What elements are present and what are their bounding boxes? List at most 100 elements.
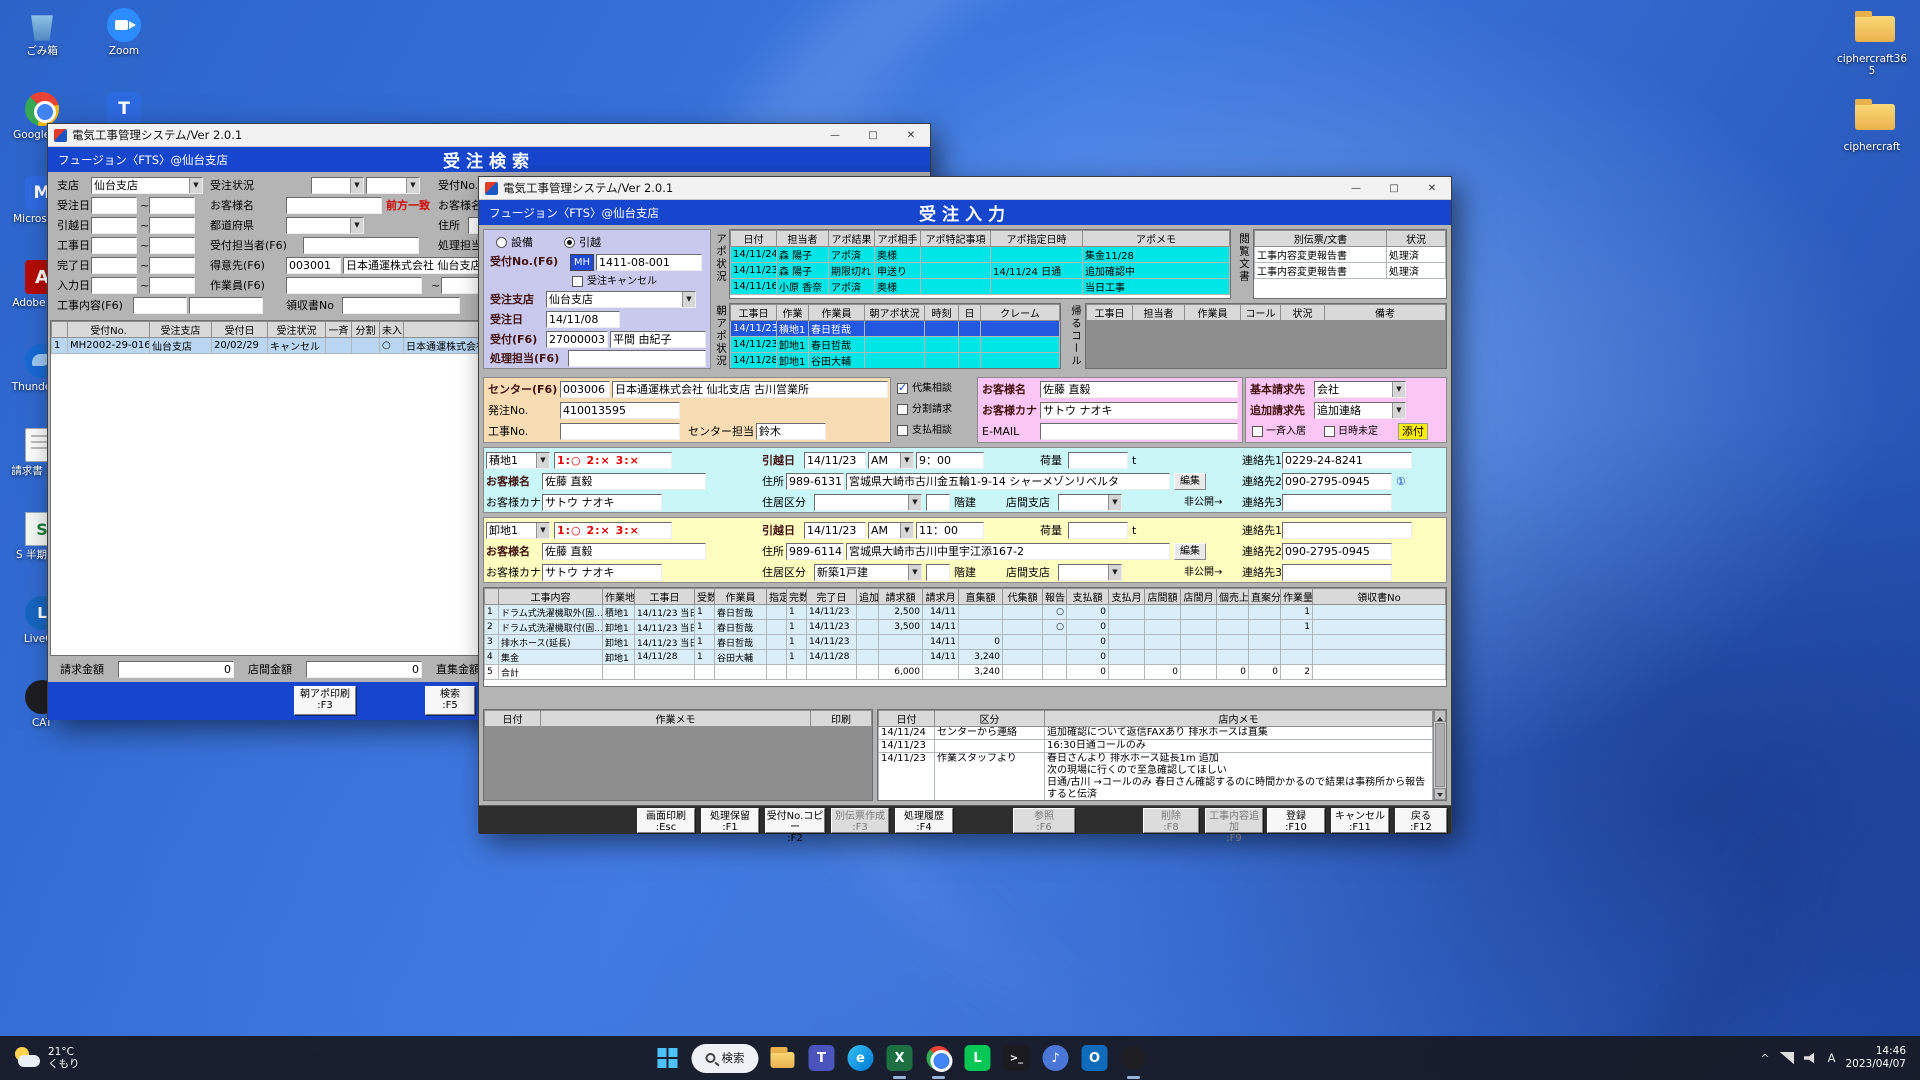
move-date-to-input[interactable] [149,217,195,234]
desktop-icon-ciphercraft[interactable]: ciphercraft [1834,96,1910,153]
collect-consult-checkbox[interactable] [897,383,908,394]
taskbar-icon-teams[interactable]: T [806,1043,836,1073]
search-button[interactable]: 検索 :F5 [425,686,475,715]
receptionist-name-input[interactable]: 平間 由紀子 [610,331,706,348]
site-type-select[interactable]: 卸地1 [486,522,550,539]
process-history-button[interactable]: 処理履歴 :F4 [895,808,953,833]
customer-name-input[interactable] [286,197,382,214]
close-button[interactable]: ✕ [1413,177,1451,199]
table-row[interactable]: 4集金卸地114/11/281谷田大輔114/11/2814/113,2400 [485,650,1446,665]
network-icon[interactable] [1780,1052,1794,1064]
attachment-badge[interactable]: 添付 [1398,423,1428,440]
work-memo-table[interactable]: 日付作業メモ印刷 [484,710,872,727]
register-button[interactable]: 登録 :F10 [1267,808,1325,833]
order-date-from-input[interactable] [91,197,137,214]
work-content-input-2[interactable] [189,297,263,314]
title-bar[interactable]: 電気工事管理システム/Ver 2.0.1 — □ ✕ [479,177,1451,200]
start-button[interactable] [652,1043,682,1073]
center-code-input[interactable]: 003006 [560,381,610,398]
table-row[interactable]: 5合計6,0003,24000002 [485,665,1446,680]
contact2-input[interactable]: 090-2795-0945 [1282,543,1392,560]
maximize-button[interactable]: □ [1375,177,1413,199]
ime-indicator[interactable]: A [1828,1051,1836,1065]
morning-appointment-print-button[interactable]: 朝アポ印刷 :F3 [294,686,356,715]
close-button[interactable]: ✕ [892,124,930,146]
scroll-thumb[interactable] [1435,723,1445,787]
copy-reception-no-button[interactable]: 受付No.コピー :F2 [765,808,825,833]
delete-button[interactable]: 削除 :F8 [1143,808,1199,833]
minimize-button[interactable]: — [1337,177,1375,199]
ampm-select[interactable]: AM [868,522,914,539]
scroll-up-icon[interactable] [1434,710,1446,722]
tray-expand-icon[interactable]: ^ [1760,1052,1769,1065]
address-input[interactable]: 宮城県大崎市古川中里宇江添167-2 [846,543,1170,560]
prefecture-select[interactable] [286,217,364,234]
order-date-to-input[interactable] [149,197,195,214]
taskbar-icon-edge[interactable]: e [845,1043,875,1073]
store-memo-table[interactable]: 日付区分店内メモ14/11/24センターから連絡追加確認について返信FAXあり … [878,710,1433,800]
load-volume-input[interactable] [1068,522,1128,539]
taskbar-icon-terminal[interactable]: >_ [1001,1043,1031,1073]
table-row[interactable]: 14/11/23積地1春日哲哉 [731,321,1060,337]
contact3-input[interactable] [1282,494,1392,511]
worker-input[interactable] [286,277,422,294]
split-billing-checkbox[interactable] [897,404,908,415]
time-input[interactable]: 9：00 [916,452,984,469]
center-name-input[interactable]: 日本通運株式会社 仙北支店 古川営業所 [612,381,888,398]
complete-date-to-input[interactable] [149,257,195,274]
move-date-from-input[interactable] [91,217,137,234]
site-type-select[interactable]: 積地1 [486,452,550,469]
floors-input[interactable] [926,564,950,581]
morning-appointment-table[interactable]: 工事日作業作業員朝アポ状況時刻日クレーム14/11/23積地1春日哲哉14/11… [730,304,1060,369]
maximize-button[interactable]: □ [854,124,892,146]
base-billing-select[interactable]: 会社 [1314,381,1406,398]
purchase-order-input[interactable]: 410013595 [560,402,680,419]
scrollbar[interactable] [1433,710,1446,800]
move-date-input[interactable]: 14/11/23 [804,522,866,539]
moving-radio[interactable] [564,237,575,248]
taskbar-clock[interactable]: 14:46 2023/04/07 [1845,1045,1906,1071]
table-row[interactable]: 14/11/23森 陽子期限切れ申送り14/11/24 日通追加確認中 [731,263,1230,279]
contact2-input[interactable]: 090-2795-0945 [1282,473,1392,490]
complete-date-from-input[interactable] [91,257,137,274]
work-date-to-input[interactable] [149,237,195,254]
interstore-branch-select[interactable] [1058,564,1122,581]
desktop-icon-zoom[interactable]: Zoom [86,8,162,57]
edit-address-button[interactable]: 編集 [1174,473,1206,490]
site-kana-input[interactable]: サトウ ナオキ [542,564,662,581]
desktop-icon-recycle-bin[interactable]: ごみ箱 [4,8,80,57]
cancel-button[interactable]: キャンセル :F11 [1331,808,1389,833]
taskbar-icon-explorer[interactable] [767,1043,797,1073]
desktop-icon-ciphercraft365[interactable]: ciphercraft365 [1834,8,1910,77]
reception-staff-input[interactable] [303,237,419,254]
contact1-input[interactable]: 0229-24-8241 [1282,452,1412,469]
table-row[interactable]: 14/11/16小原 香奈アポ済奥様当日工事 [731,279,1230,295]
datetime-undecided-checkbox[interactable] [1324,426,1335,437]
appointment-history-table[interactable]: 日付担当者アポ結果アポ相手アポ特記事項アポ指定日時アポメモ14/11/24森 陽… [730,230,1230,295]
volume-icon[interactable] [1804,1052,1818,1064]
branch-select[interactable]: 仙台支店 [91,177,203,194]
order-cancel-checkbox[interactable] [572,276,583,287]
weather-widget[interactable]: 21°C くもり [0,1036,92,1080]
center-staff-input[interactable]: 鈴木 [756,423,826,440]
order-status-select-2[interactable] [366,177,420,194]
order-date-input[interactable]: 14/11/08 [546,311,620,328]
entry-date-to-input[interactable] [149,277,195,294]
print-screen-button[interactable]: 画面印刷 :Esc [637,808,695,833]
additional-billing-select[interactable]: 追加連絡 [1314,402,1406,419]
hold-button[interactable]: 処理保留 :F1 [701,808,759,833]
table-row[interactable]: 工事内容変更報告書処理済 [1255,263,1446,279]
taskbar-icon-media-player[interactable]: ♪ [1040,1043,1070,1073]
edit-address-button[interactable]: 編集 [1174,543,1206,560]
ampm-select[interactable]: AM [868,452,914,469]
create-slip-button[interactable]: 別伝票作成 :F3 [831,808,889,833]
table-row[interactable]: 2ドラム式洗濯機取付(固...卸地114/11/23 当日1春日哲哉114/11… [485,620,1446,635]
return-call-table[interactable]: 工事日担当者作業員コール状況備考 [1086,304,1446,321]
reception-no-input[interactable]: 1411-08-001 [596,254,702,271]
table-row[interactable]: 14/11/24センターから連絡追加確認について返信FAXあり 排水ホースは直集 [879,727,1433,740]
entry-date-from-input[interactable] [91,277,137,294]
table-row[interactable]: 14/11/28卸地1谷田大輔 [731,353,1060,369]
process-staff-input[interactable] [568,350,706,367]
table-row[interactable]: 14/11/23作業スタッフより春日さんより 排水ホース延長1m 追加 次の現場… [879,753,1433,801]
table-row[interactable]: 14/11/23卸地1春日哲哉 [731,337,1060,353]
